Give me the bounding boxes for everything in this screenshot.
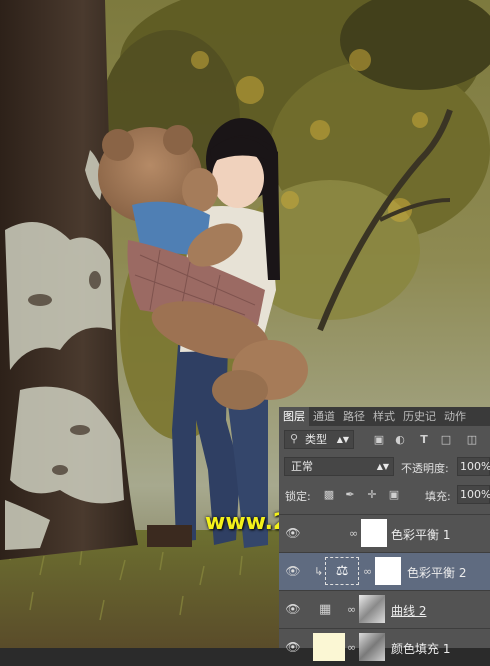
- layer-name[interactable]: 色彩平衡 2: [407, 564, 466, 581]
- tab-paths[interactable]: 路径: [339, 407, 369, 426]
- layer-row[interactable]: 👁 ∞ 色彩平衡 1: [279, 514, 490, 552]
- blend-mode-value: 正常: [291, 460, 313, 473]
- layer-name[interactable]: 曲线 2: [391, 602, 426, 619]
- lock-move-icon[interactable]: ✛: [365, 488, 379, 502]
- fill-field[interactable]: 100%: [457, 485, 490, 504]
- layer-row-selected[interactable]: 👁 ↳ ⚖ ∞ 色彩平衡 2: [279, 552, 490, 590]
- filter-smart-object-icon[interactable]: ◫: [465, 433, 479, 447]
- tab-channels[interactable]: 通道: [309, 407, 339, 426]
- tab-actions[interactable]: 动作: [440, 407, 470, 426]
- search-icon: ⚲: [289, 432, 299, 445]
- filter-adjustment-icon[interactable]: ◐: [393, 433, 407, 447]
- layer-mask-thumb[interactable]: [361, 519, 387, 547]
- layers-panel: 图层 通道 路径 样式 历史记 动作 ⚲ 类型 ▲▼ ▣ ◐ T □ ◫ 正常 …: [279, 407, 490, 661]
- opacity-field[interactable]: 100%: [457, 457, 490, 476]
- panel-tab-bar: 图层 通道 路径 样式 历史记 动作: [279, 407, 490, 426]
- filter-shape-icon[interactable]: □: [439, 433, 453, 447]
- lock-transparent-icon[interactable]: ▩: [322, 488, 336, 502]
- lock-paint-icon[interactable]: ✒: [343, 488, 357, 502]
- layer-mask-thumb[interactable]: [359, 633, 385, 661]
- clip-arrow-icon: ↳: [314, 565, 324, 578]
- lock-row: 锁定: ▩ ✒ ✛ ▣ 填充: 100%: [279, 484, 490, 506]
- layer-mask-thumb[interactable]: [375, 557, 401, 585]
- visibility-eye-icon[interactable]: 👁: [285, 526, 301, 540]
- fill-color-thumb[interactable]: [313, 633, 345, 661]
- opacity-label: 不透明度:: [401, 462, 449, 475]
- layer-row[interactable]: 👁 ▦ ∞ 曲线 2: [279, 590, 490, 628]
- blend-row: 正常 ▲▼ 不透明度: 100%: [279, 456, 490, 478]
- chain-link-icon[interactable]: ∞: [347, 603, 356, 616]
- filter-row: ⚲ 类型 ▲▼ ▣ ◐ T □ ◫: [279, 429, 490, 451]
- layer-name[interactable]: 颜色填充 1: [391, 640, 450, 657]
- layer-mask-thumb[interactable]: [359, 595, 385, 623]
- blend-mode-select[interactable]: 正常 ▲▼: [284, 457, 394, 476]
- color-balance-icon[interactable]: ⚖: [325, 557, 359, 585]
- filter-type-icon[interactable]: T: [417, 433, 431, 447]
- chain-link-icon[interactable]: ∞: [363, 565, 372, 578]
- chevron-updown-icon: ▲▼: [336, 435, 349, 444]
- filter-kind-label: 类型: [305, 433, 327, 446]
- visibility-eye-icon[interactable]: 👁: [285, 640, 301, 654]
- lock-all-icon[interactable]: ▣: [387, 488, 401, 502]
- curves-icon[interactable]: ▦: [319, 602, 331, 617]
- filter-pixel-icon[interactable]: ▣: [372, 433, 386, 447]
- fill-label: 填充:: [425, 490, 451, 503]
- layer-row[interactable]: 👁 ∞ 颜色填充 1: [279, 628, 490, 666]
- filter-kind-select[interactable]: ⚲ 类型 ▲▼: [284, 430, 354, 449]
- visibility-eye-icon[interactable]: 👁: [285, 602, 301, 616]
- chevron-updown-icon: ▲▼: [376, 462, 389, 471]
- visibility-eye-icon[interactable]: 👁: [285, 564, 301, 578]
- chain-link-icon[interactable]: ∞: [349, 527, 358, 540]
- tab-styles[interactable]: 样式: [369, 407, 399, 426]
- tab-layers[interactable]: 图层: [279, 407, 309, 426]
- layer-name[interactable]: 色彩平衡 1: [391, 526, 450, 543]
- lock-label: 锁定:: [285, 490, 311, 503]
- tab-history[interactable]: 历史记: [399, 407, 440, 426]
